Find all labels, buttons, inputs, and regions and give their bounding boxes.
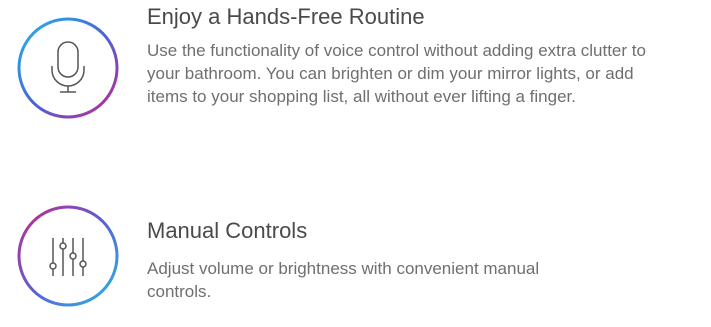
feature-description: Use the functionality of voice control w… (147, 41, 646, 106)
sliders-icon (16, 204, 120, 308)
feature-description: Adjust volume or brightness with conveni… (147, 259, 540, 301)
feature-title: Enjoy a Hands-Free Routine (147, 4, 425, 29)
microphone-icon (16, 16, 120, 120)
feature-title: Manual Controls (147, 218, 308, 243)
